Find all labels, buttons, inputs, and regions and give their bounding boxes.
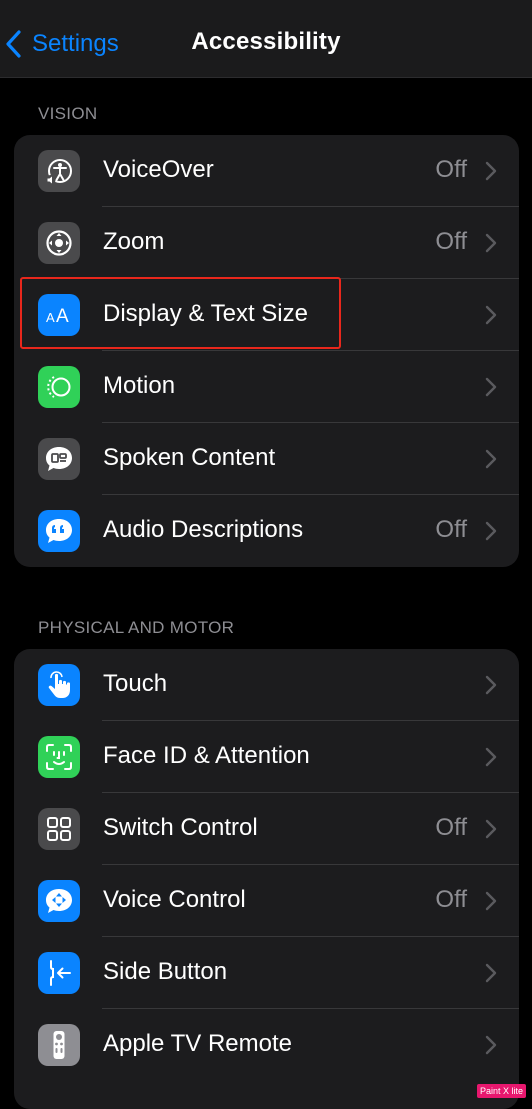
row-label: Side Button [103,958,228,985]
voice-control-icon [38,880,80,922]
audio-descriptions-icon [38,510,80,552]
chevron-right-icon [485,161,497,181]
row-face-id-attention[interactable]: Face ID & Attention [14,721,519,793]
spoken-content-icon [38,438,80,480]
row-label: Touch [103,670,168,697]
row-value: Off [435,516,467,543]
row-label: Face ID & Attention [103,742,310,769]
chevron-right-icon [485,963,497,983]
row-label: Motion [103,372,176,399]
row-label: Zoom [103,228,165,255]
chevron-right-icon [485,305,497,325]
page-title: Accessibility [191,28,341,55]
voiceover-icon [38,150,80,192]
row-label: Apple TV Remote [103,1030,292,1057]
row-audio-descriptions[interactable]: Audio Descriptions Off [14,495,519,567]
watermark-badge: Paint X lite [476,1084,526,1098]
touch-icon [38,664,80,706]
row-touch[interactable]: Touch [14,649,519,721]
row-side-button[interactable]: Side Button [14,937,519,1009]
row-label: Display & Text Size [103,300,308,327]
motion-icon [38,366,80,408]
row-value: Off [435,886,467,913]
svg-text:A: A [46,310,55,325]
row-motion[interactable]: Motion [14,351,519,423]
chevron-right-icon [485,377,497,397]
row-voice-control[interactable]: Voice Control Off [14,865,519,937]
row-display-text-size[interactable]: A A Display & Text Size [14,279,519,351]
chevron-right-icon [485,747,497,767]
row-voiceover[interactable]: VoiceOver Off [14,135,519,207]
face-id-icon [38,736,80,778]
text-size-icon: A A [38,294,80,336]
chevron-right-icon [485,891,497,911]
row-zoom[interactable]: Zoom Off [14,207,519,279]
chevron-right-icon [485,449,497,469]
chevron-right-icon [485,819,497,839]
row-label: Spoken Content [103,444,276,471]
section-header-physical-motor: PHYSICAL AND MOTOR [38,618,235,637]
navigation-bar: Settings Accessibility [0,0,532,78]
tv-remote-icon [38,1024,80,1066]
chevron-right-icon [485,1035,497,1055]
row-value: Off [435,814,467,841]
section-header-vision: VISION [38,104,98,123]
switch-control-icon [38,808,80,850]
chevron-right-icon [485,675,497,695]
zoom-icon [38,222,80,264]
row-label: Voice Control [103,886,246,913]
physical-motor-group: Touch Face ID & Attention Switch Control… [14,649,519,1109]
chevron-right-icon [485,233,497,253]
row-value: Off [435,156,467,183]
row-label: Audio Descriptions [103,516,304,543]
side-button-icon [38,952,80,994]
chevron-right-icon [485,521,497,541]
row-value: Off [435,228,467,255]
row-label: Switch Control [103,814,258,841]
row-apple-tv-remote[interactable]: Apple TV Remote [14,1009,519,1081]
row-label: VoiceOver [103,156,214,183]
row-spoken-content[interactable]: Spoken Content [14,423,519,495]
svg-text:A: A [56,306,69,327]
vision-group: VoiceOver Off Zoom Off A A Display & Tex… [14,135,519,567]
row-switch-control[interactable]: Switch Control Off [14,793,519,865]
